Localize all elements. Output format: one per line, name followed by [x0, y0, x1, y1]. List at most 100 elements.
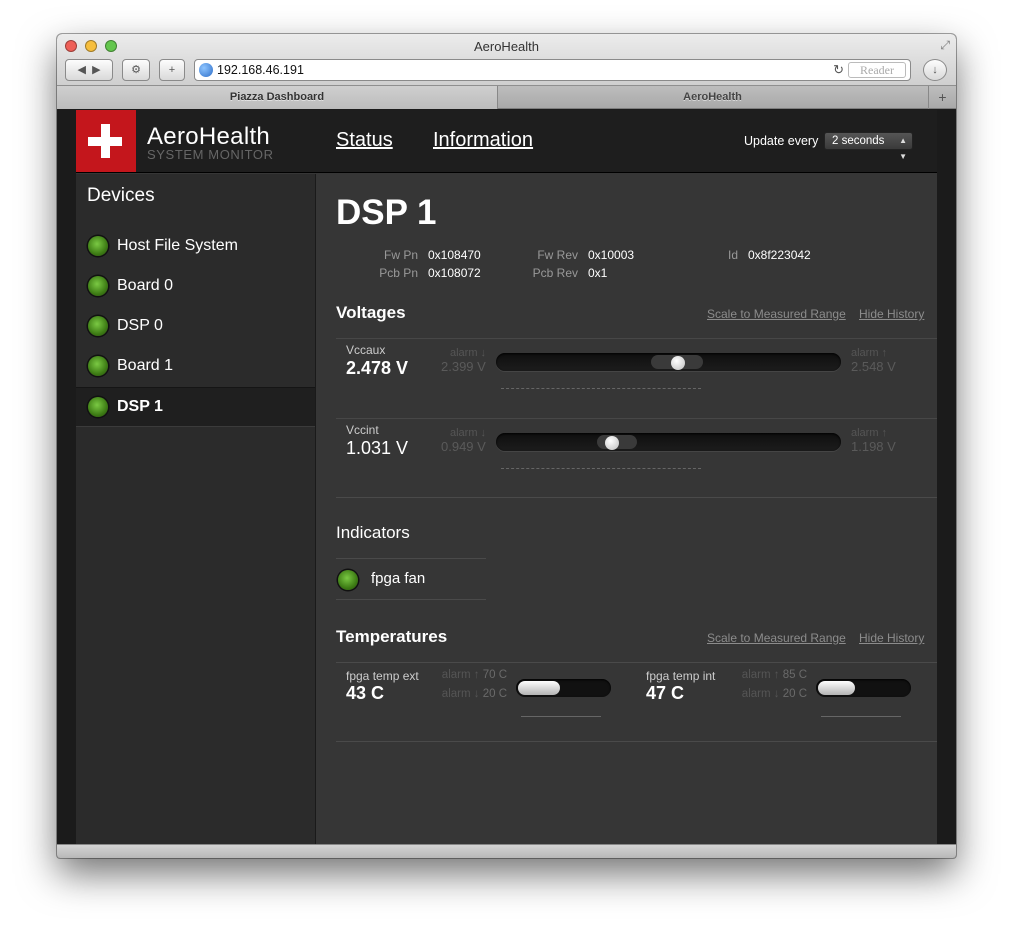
nav-status-link[interactable]: Status [336, 129, 393, 152]
gear-icon: ⚙ [131, 64, 141, 76]
temperatures-hide-history-link[interactable]: Hide History [859, 631, 924, 645]
globe-icon [199, 63, 213, 77]
alarm-low-value: 2.399 V [441, 359, 486, 374]
voltage-history-sparkline [501, 388, 701, 390]
voltages-hide-history-link[interactable]: Hide History [859, 307, 924, 321]
voltage-value: 1.031 V [346, 438, 409, 458]
add-bookmark-button[interactable]: + [159, 59, 185, 81]
temperature-fpga-temp-ext: fpga temp ext 43 C alarm ↑ 70 C alarm ↓ … [346, 663, 626, 741]
voltage-slider-knob[interactable] [671, 356, 685, 370]
reader-button[interactable]: Reader [848, 62, 906, 78]
temperature-name: fpga temp int [646, 669, 716, 683]
logo-cross-icon [76, 110, 136, 172]
alarm-high-value: 1.198 V [851, 439, 896, 454]
window-title: AeroHealth [473, 39, 540, 54]
status-led-icon [338, 570, 358, 590]
alarm-low-label: alarm ↓ [450, 427, 487, 439]
alarm-low-value: 20 C [782, 688, 807, 700]
back-forward-button[interactable]: ◀ ▶ [65, 59, 113, 81]
alarm-high-value: 2.548 V [851, 359, 896, 374]
sidebar-item-host-file-system[interactable]: Host File System [76, 227, 315, 267]
update-interval-value: 2 seconds [832, 135, 885, 147]
voltage-name: Vccaux [346, 343, 386, 357]
status-led-icon [88, 276, 108, 296]
fullscreen-icon[interactable]: ⤢ [940, 38, 950, 53]
update-interval-label: Update every [744, 134, 819, 148]
device-label: DSP 0 [117, 317, 163, 334]
sidebar-item-board-1[interactable]: Board 1 [76, 347, 315, 387]
status-led-icon [88, 316, 108, 336]
select-arrows-icon: ▲ ▼ [899, 136, 907, 161]
settings-button[interactable]: ⚙ [122, 59, 150, 81]
temperature-value: 47 C [646, 683, 685, 703]
voltage-row-vccaux: Vccaux 2.478 V alarm ↓ 2.399 V alarm ↑ 2… [336, 338, 937, 418]
devices-sidebar: Devices Host File System Board 0 DSP 0 B… [76, 174, 316, 844]
new-tab-button[interactable]: + [928, 86, 956, 109]
device-label: Host File System [117, 237, 238, 254]
sidebar-item-dsp-0[interactable]: DSP 0 [76, 307, 315, 347]
temperature-name: fpga temp ext [346, 669, 419, 683]
device-title: DSP 1 [336, 193, 437, 232]
downloads-button[interactable]: ↓ [923, 59, 947, 81]
voltage-slider-track[interactable] [496, 433, 841, 451]
address-bar[interactable]: 192.168.46.191 ↻ Reader [194, 59, 911, 81]
back-icon[interactable]: ◀ [77, 64, 85, 76]
forward-icon[interactable]: ▶ [92, 64, 100, 76]
temperatures-scale-link[interactable]: Scale to Measured Range [707, 631, 846, 645]
meta-value: 0x10003 [588, 248, 635, 262]
update-interval-select[interactable]: 2 seconds ▲ ▼ [824, 132, 913, 161]
window-titlebar: AeroHealth ⤢ ◀ ▶ ⚙ + 192.168.46.191 ↻ Re… [57, 34, 956, 86]
device-label: Board 1 [117, 357, 174, 374]
alarm-high-label: alarm ↑ [851, 427, 888, 439]
indicators-title: Indicators [336, 523, 410, 542]
reload-icon[interactable]: ↻ [833, 60, 844, 80]
meta-key: Pcb Rev [532, 266, 578, 280]
alarm-high: alarm ↑ 85 C [731, 669, 807, 681]
temperature-gauge-fill [518, 681, 560, 695]
temperature-history-sparkline [821, 716, 901, 717]
temperature-value: 43 C [346, 683, 385, 703]
temperature-gauge [516, 679, 611, 697]
meta-value: 0x1 [588, 266, 608, 280]
alarm-low-value: 0.949 V [441, 439, 486, 454]
status-led-icon [88, 356, 108, 376]
temperature-gauge [816, 679, 911, 697]
alarm-high-label: alarm ↑ [741, 669, 780, 681]
status-led-icon [88, 236, 108, 256]
indicator-row-fpga-fan: fpga fan [336, 558, 486, 600]
temperature-gauge-fill [818, 681, 855, 695]
alarm-high-value: 85 C [782, 669, 807, 681]
voltage-name: Vccint [346, 423, 379, 437]
alarm-low-label: alarm ↓ [441, 688, 480, 700]
voltage-value: 2.478 V [346, 358, 409, 378]
device-label: Board 0 [117, 277, 174, 294]
brand-subtitle: SYSTEM MONITOR [147, 147, 274, 162]
alarm-low-label: alarm ↓ [450, 347, 487, 359]
section-divider [336, 497, 937, 498]
device-label: DSP 1 [117, 398, 163, 415]
section-divider [336, 741, 937, 742]
alarm-low-value: 20 C [482, 688, 507, 700]
alarm-high-label: alarm ↑ [441, 669, 480, 681]
alarm-high-value: 70 C [482, 669, 507, 681]
sidebar-item-dsp-1[interactable]: DSP 1 [76, 387, 315, 427]
voltage-slider-track[interactable] [496, 353, 841, 371]
temperatures-title: Temperatures [336, 627, 448, 646]
window-bottom-bar [57, 844, 956, 858]
voltages-scale-link[interactable]: Scale to Measured Range [707, 307, 846, 321]
sidebar-item-board-0[interactable]: Board 0 [76, 267, 315, 307]
nav-information-link[interactable]: Information [433, 129, 533, 152]
alarm-low: alarm ↓ 20 C [731, 688, 807, 700]
meta-key: Id [727, 248, 738, 262]
url-text[interactable]: 192.168.46.191 [217, 63, 304, 77]
temperature-fpga-temp-int: fpga temp int 47 C alarm ↑ 85 C alarm ↓ … [646, 663, 926, 741]
voltage-slider-knob[interactable] [605, 436, 619, 450]
tab-aerohealth[interactable]: AeroHealth [499, 86, 926, 109]
device-detail-panel: DSP 1 Fw Pn 0x108470 Pcb Pn 0x108072 Fw … [317, 174, 937, 844]
tab-piazza-dashboard[interactable]: Piazza Dashboard [57, 86, 498, 109]
tab-bar: Piazza Dashboard AeroHealth + [57, 86, 956, 109]
meta-key: Pcb Pn [379, 266, 418, 280]
meta-value: 0x108470 [428, 248, 481, 262]
download-icon: ↓ [932, 64, 938, 76]
app-header: AeroHealth SYSTEM MONITOR Status Informa… [76, 110, 937, 173]
